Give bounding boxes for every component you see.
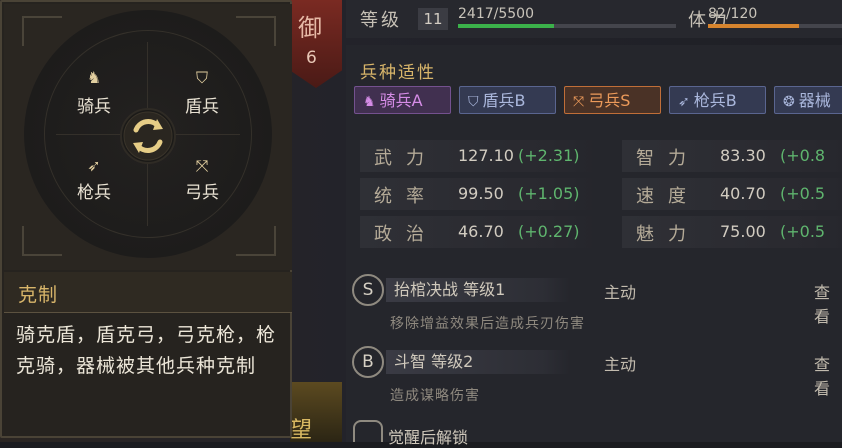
stat-row-force: 武力 127.10 (+2.31) xyxy=(360,140,596,172)
counter-description: 骑克盾，盾克弓，弓克枪，枪克骑，器械被其他兵种克制 xyxy=(16,324,277,377)
unit-label-bow: 弓兵 xyxy=(185,183,219,203)
stat-value: 127.10 xyxy=(458,146,514,165)
skill-type: 主动 xyxy=(604,283,637,302)
skill-grade-badge: S xyxy=(352,274,384,306)
spear-icon: ➶ xyxy=(87,156,101,175)
shield-icon: ⛉ xyxy=(195,68,208,87)
chip-label: 枪兵B xyxy=(693,91,737,110)
stat-name: 魅力 xyxy=(636,224,700,245)
affinity-title: 兵种适性 xyxy=(360,63,436,83)
stat-bonus: (+2.31) xyxy=(518,146,580,165)
corner-ornament xyxy=(236,226,276,256)
chip-label: 弓兵S xyxy=(588,91,631,110)
stat-bonus: (+0.8 xyxy=(780,146,826,165)
skill-description: 移除增益效果后造成兵刃伤害 xyxy=(390,316,585,332)
stamina-bar xyxy=(708,24,842,28)
stat-value: 46.70 xyxy=(458,222,504,241)
bottom-glyph: 望 xyxy=(290,418,313,443)
affinity-chip-spear[interactable]: ➶ 枪兵B xyxy=(669,86,766,114)
affinity-chip-shield[interactable]: ⛉ 盾兵B xyxy=(459,86,556,114)
title-divider xyxy=(4,312,292,313)
skill-view-button[interactable]: 查看 xyxy=(814,351,842,399)
skill-name[interactable]: 抬棺决战 等级1 xyxy=(386,278,570,302)
counter-tooltip: ♞ 骑兵 ⛉ 盾兵 ➶ 枪兵 ⤧ 弓兵 克制 骑克盾，盾克弓，弓克枪，枪克骑，器… xyxy=(0,0,292,438)
skill-name[interactable]: 斗智 等级2 xyxy=(386,350,570,374)
siege-icon: ❂ xyxy=(783,94,795,110)
exp-text: 2417/5500 xyxy=(458,6,534,22)
stat-row-politics: 政治 46.70 (+0.27) xyxy=(360,216,596,248)
affinity-chip-siege[interactable]: ❂ 器械 xyxy=(774,86,842,114)
corner-ornament xyxy=(236,16,276,46)
unit-label-cavalry: 骑兵 xyxy=(77,97,111,117)
stat-row-intelligence: 智力 83.30 (+0.8 xyxy=(622,140,842,172)
defense-label: 御 xyxy=(298,14,322,42)
stat-value: 75.00 xyxy=(720,222,766,241)
stamina-text: 82/120 xyxy=(708,6,758,22)
counter-title: 克制 xyxy=(18,284,59,306)
unit-label-spear: 枪兵 xyxy=(77,183,111,203)
stat-name: 政治 xyxy=(374,224,438,245)
horse-icon: ♞ xyxy=(363,94,376,110)
stat-name: 武力 xyxy=(374,148,438,169)
unit-label-shield: 盾兵 xyxy=(185,97,219,117)
exp-bar xyxy=(458,24,676,28)
stat-bonus: (+1.05) xyxy=(518,184,580,203)
skill-description: 造成谋略伤害 xyxy=(390,388,480,404)
chip-label: 盾兵B xyxy=(482,91,526,110)
lock-icon xyxy=(353,420,383,442)
stat-value: 83.30 xyxy=(720,146,766,165)
skill-view-button[interactable]: 查看 xyxy=(814,279,842,327)
stat-name: 统率 xyxy=(374,186,438,207)
stat-row-speed: 速度 40.70 (+0.5 xyxy=(622,178,842,210)
stat-bonus: (+0.5 xyxy=(780,222,826,241)
horse-icon: ♞ xyxy=(86,68,102,87)
chip-label: 骑兵A xyxy=(379,91,423,110)
stat-value: 40.70 xyxy=(720,184,766,203)
chip-label: 器械 xyxy=(798,91,831,110)
exp-bar-fill xyxy=(458,24,554,28)
spear-icon: ➶ xyxy=(678,94,690,110)
cycle-arrows-icon xyxy=(123,111,173,161)
skill-grade-badge: B xyxy=(352,346,384,378)
stat-row-charm: 魅力 75.00 (+0.5 xyxy=(622,216,842,248)
stat-value: 99.50 xyxy=(458,184,504,203)
stat-name: 速度 xyxy=(636,186,700,207)
stat-row-command: 统率 99.50 (+1.05) xyxy=(360,178,596,210)
bow-icon: ⤧ xyxy=(195,156,209,175)
level-value: 11 xyxy=(418,8,448,30)
awaken-unlock-text: 觉醒后解锁 xyxy=(388,428,469,447)
stat-name: 智力 xyxy=(636,148,700,169)
shield-icon: ⛉ xyxy=(468,94,479,110)
corner-ornament xyxy=(22,16,62,46)
affinity-chip-cavalry[interactable]: ♞ 骑兵A xyxy=(354,86,451,114)
stat-bonus: (+0.5 xyxy=(780,184,826,203)
corner-ornament xyxy=(22,226,62,256)
level-label: 等级 xyxy=(360,10,402,31)
skill-type: 主动 xyxy=(604,355,637,374)
stamina-bar-fill xyxy=(708,24,800,28)
defense-value: 6 xyxy=(306,48,317,68)
affinity-chip-bow[interactable]: ⤧ 弓兵S xyxy=(564,86,661,114)
bow-icon: ⤧ xyxy=(573,94,585,110)
stat-bonus: (+0.27) xyxy=(518,222,580,241)
